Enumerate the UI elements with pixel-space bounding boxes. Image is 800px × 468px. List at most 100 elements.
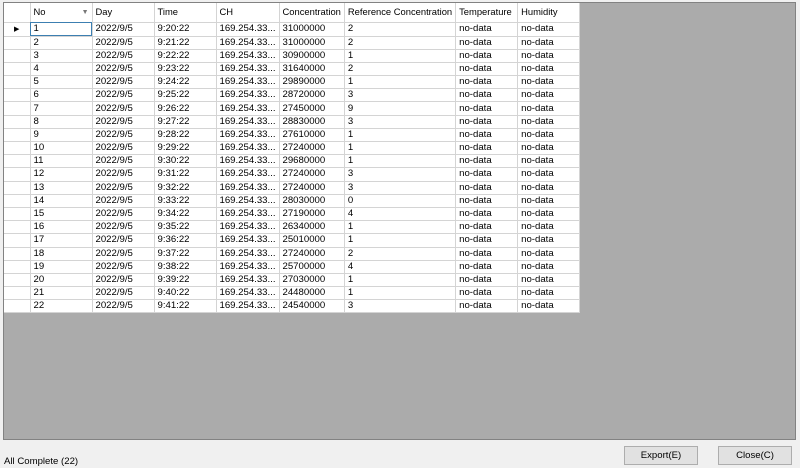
cell-reference-concentration[interactable]: 3	[344, 181, 457, 195]
cell-ch[interactable]: 169.254.33...	[216, 247, 280, 261]
cell-temperature[interactable]: no-data	[455, 141, 519, 156]
row-header[interactable]	[4, 207, 31, 222]
table-row[interactable]: 19 2022/9/5 9:38:22 169.254.33... 25700000 4 n…	[4, 260, 581, 274]
cell-time[interactable]: 9:31:22	[154, 167, 217, 182]
cell-ch[interactable]: 169.254.33...	[216, 207, 280, 222]
row-header[interactable]	[4, 154, 31, 169]
cell-humidity[interactable]: no-data	[517, 260, 581, 274]
cell-reference-concentration[interactable]: 1	[344, 49, 457, 63]
cell-ch[interactable]: 169.254.33...	[216, 101, 280, 116]
cell-time[interactable]: 9:29:22	[154, 141, 217, 156]
cell-day[interactable]: 2022/9/5	[92, 220, 155, 235]
row-header[interactable]	[4, 247, 31, 261]
row-header[interactable]	[4, 299, 31, 314]
row-header[interactable]	[4, 49, 31, 63]
cell-humidity[interactable]: no-data	[517, 273, 581, 288]
row-header[interactable]	[4, 62, 31, 77]
cell-day[interactable]: 2022/9/5	[92, 62, 155, 77]
cell-time[interactable]: 9:35:22	[154, 220, 217, 235]
row-header[interactable]	[4, 128, 31, 143]
table-row[interactable]: 15 2022/9/5 9:34:22 169.254.33... 27190000 4 n…	[4, 207, 581, 222]
cell-no[interactable]: 12	[30, 167, 93, 182]
column-header-humidity[interactable]: Humidity	[517, 3, 581, 23]
cell-humidity[interactable]: no-data	[517, 141, 581, 156]
cell-day[interactable]: 2022/9/5	[92, 286, 155, 301]
cell-reference-concentration[interactable]: 3	[344, 167, 457, 182]
cell-no[interactable]: 18	[30, 247, 93, 261]
corner-header[interactable]	[4, 3, 31, 23]
cell-no[interactable]: 20	[30, 273, 93, 288]
cell-humidity[interactable]: no-data	[517, 101, 581, 116]
cell-ch[interactable]: 169.254.33...	[216, 88, 280, 103]
cell-time[interactable]: 9:33:22	[154, 194, 217, 208]
row-header[interactable]	[4, 233, 31, 248]
cell-ch[interactable]: 169.254.33...	[216, 36, 280, 50]
cell-concentration[interactable]: 24480000	[279, 286, 345, 301]
table-row[interactable]: 8 2022/9/5 9:27:22 169.254.33... 28830000 3 no…	[4, 115, 581, 129]
cell-ch[interactable]: 169.254.33...	[216, 273, 280, 288]
cell-ch[interactable]: 169.254.33...	[216, 167, 280, 182]
cell-concentration[interactable]: 28030000	[279, 194, 345, 208]
cell-reference-concentration[interactable]: 3	[344, 88, 457, 103]
cell-ch[interactable]: 169.254.33...	[216, 181, 280, 195]
cell-ch[interactable]: 169.254.33...	[216, 194, 280, 208]
cell-concentration[interactable]: 31000000	[279, 22, 345, 37]
cell-concentration[interactable]: 27240000	[279, 167, 345, 182]
row-header[interactable]	[4, 88, 31, 103]
cell-no[interactable]: 11	[30, 154, 93, 169]
cell-temperature[interactable]: no-data	[455, 220, 519, 235]
cell-humidity[interactable]: no-data	[517, 62, 581, 77]
cell-humidity[interactable]: no-data	[517, 233, 581, 248]
cell-reference-concentration[interactable]: 1	[344, 128, 457, 143]
cell-humidity[interactable]: no-data	[517, 22, 581, 37]
cell-temperature[interactable]: no-data	[455, 154, 519, 169]
cell-temperature[interactable]: no-data	[455, 22, 519, 37]
row-header[interactable]	[4, 260, 31, 274]
cell-concentration[interactable]: 24540000	[279, 299, 345, 314]
cell-ch[interactable]: 169.254.33...	[216, 22, 280, 37]
cell-reference-concentration[interactable]: 9	[344, 101, 457, 116]
cell-day[interactable]: 2022/9/5	[92, 22, 155, 37]
cell-humidity[interactable]: no-data	[517, 247, 581, 261]
cell-day[interactable]: 2022/9/5	[92, 247, 155, 261]
cell-day[interactable]: 2022/9/5	[92, 194, 155, 208]
cell-day[interactable]: 2022/9/5	[92, 154, 155, 169]
table-row[interactable]: 11 2022/9/5 9:30:22 169.254.33... 29680000 1 n…	[4, 154, 581, 169]
row-header[interactable]	[4, 194, 31, 208]
cell-reference-concentration[interactable]: 1	[344, 154, 457, 169]
cell-time[interactable]: 9:25:22	[154, 88, 217, 103]
cell-temperature[interactable]: no-data	[455, 115, 519, 129]
table-row[interactable]: 5 2022/9/5 9:24:22 169.254.33... 29890000 1 no…	[4, 75, 581, 90]
cell-no[interactable]: 3	[30, 49, 93, 63]
cell-concentration[interactable]: 29890000	[279, 75, 345, 90]
cell-time[interactable]: 9:34:22	[154, 207, 217, 222]
cell-reference-concentration[interactable]: 0	[344, 194, 457, 208]
cell-humidity[interactable]: no-data	[517, 220, 581, 235]
cell-concentration[interactable]: 27240000	[279, 141, 345, 156]
cell-reference-concentration[interactable]: 2	[344, 36, 457, 50]
cell-no[interactable]: 9	[30, 128, 93, 143]
table-row[interactable]: 4 2022/9/5 9:23:22 169.254.33... 31640000 2 no…	[4, 62, 581, 77]
cell-concentration[interactable]: 31640000	[279, 62, 345, 77]
table-row[interactable]: ▶ 1 2022/9/5 9:20:22 169.254.33... 31000000 2 n…	[4, 22, 581, 37]
cell-reference-concentration[interactable]: 4	[344, 207, 457, 222]
cell-temperature[interactable]: no-data	[455, 128, 519, 143]
cell-temperature[interactable]: no-data	[455, 62, 519, 77]
cell-no[interactable]: 14	[30, 194, 93, 208]
cell-temperature[interactable]: no-data	[455, 286, 519, 301]
cell-no[interactable]: 8	[30, 115, 93, 129]
cell-time[interactable]: 9:30:22	[154, 154, 217, 169]
cell-day[interactable]: 2022/9/5	[92, 36, 155, 50]
cell-temperature[interactable]: no-data	[455, 273, 519, 288]
cell-temperature[interactable]: no-data	[455, 36, 519, 50]
table-row[interactable]: 14 2022/9/5 9:33:22 169.254.33... 28030000 0 n…	[4, 194, 581, 208]
row-header[interactable]	[4, 141, 31, 156]
cell-time[interactable]: 9:20:22	[154, 22, 217, 37]
cell-no[interactable]: 15	[30, 207, 93, 222]
cell-time[interactable]: 9:21:22	[154, 36, 217, 50]
cell-no[interactable]: 19	[30, 260, 93, 274]
column-header-day[interactable]: Day	[92, 3, 155, 23]
cell-temperature[interactable]: no-data	[455, 101, 519, 116]
cell-ch[interactable]: 169.254.33...	[216, 128, 280, 143]
cell-no[interactable]: 6	[30, 88, 93, 103]
